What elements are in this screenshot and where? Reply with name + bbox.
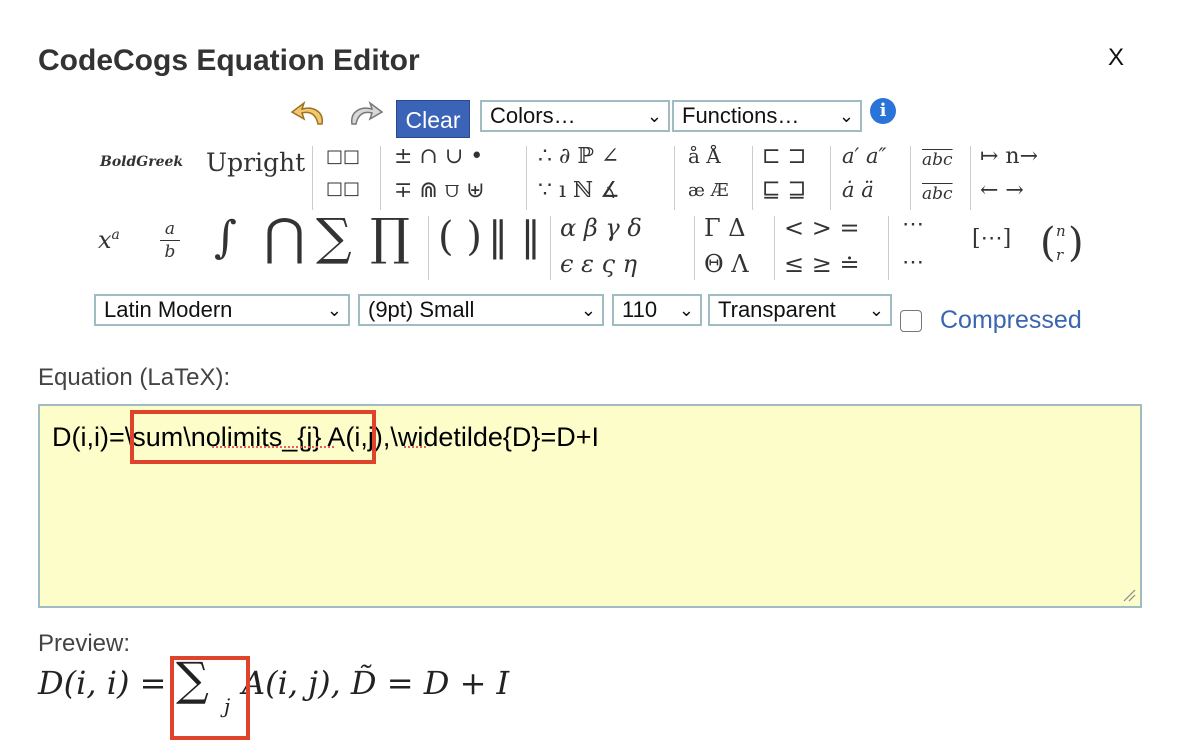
parentheses-button[interactable]: ( ): [438, 214, 482, 260]
binary-operators-top[interactable]: ± ∩ ∪ •: [394, 144, 483, 169]
preview-label: Preview:: [38, 630, 131, 657]
widetilde-button[interactable]: abc: [922, 150, 953, 170]
divider: [694, 216, 695, 280]
functions-dropdown[interactable]: Functions… ⌄: [672, 100, 862, 132]
cdots-bottom-button[interactable]: ⋯: [902, 250, 924, 275]
binomial-left-paren: (: [1040, 220, 1056, 266]
size-select[interactable]: (9pt) Small ⌄: [358, 294, 604, 326]
logic-symbols-top[interactable]: ∴ ∂ ℙ ∠: [538, 144, 619, 169]
primes-button[interactable]: a′ a″: [842, 144, 886, 168]
divider: [830, 146, 831, 210]
subset-symbols-top[interactable]: ⊏ ⊐: [762, 144, 806, 169]
divider: [888, 216, 889, 280]
divider: [550, 216, 551, 280]
cdots-top-button[interactable]: ⋯: [902, 212, 924, 237]
dpi-select[interactable]: 110 ⌄: [612, 294, 702, 326]
divider: [752, 146, 753, 210]
equation-highlight-box: [130, 410, 376, 464]
colors-dropdown-label: Colors…: [490, 103, 576, 128]
fraction-numerator: a: [160, 218, 180, 241]
font-select-value: Latin Modern: [104, 297, 233, 322]
fraction-denominator: b: [164, 242, 176, 262]
divider: [526, 146, 527, 210]
font-select[interactable]: Latin Modern ⌄: [94, 294, 350, 326]
binomial-button[interactable]: ( n r ): [1040, 220, 1084, 272]
chevron-down-icon: ⌄: [678, 300, 694, 320]
superscript-base: x: [98, 226, 112, 254]
clear-button[interactable]: Clear: [396, 100, 470, 138]
subset-symbols-bottom[interactable]: ⊑ ⊒: [762, 178, 806, 203]
dpi-select-value: 110: [622, 297, 658, 322]
greek-upper-bottom[interactable]: Θ Λ: [704, 250, 749, 278]
binomial-right-paren: ): [1068, 220, 1084, 266]
product-button[interactable]: ∏: [370, 208, 410, 266]
greek-upper-top[interactable]: Γ Δ: [704, 214, 746, 242]
bigcap-button[interactable]: ⋂: [264, 208, 305, 266]
preview-rhs: A(i, j), D̃ = D + I: [242, 664, 510, 702]
redo-button[interactable]: [344, 100, 386, 130]
equation-label: Equation (LaTeX):: [38, 364, 231, 391]
chevron-down-icon: ⌄: [868, 300, 884, 320]
background-select-value: Transparent: [718, 297, 836, 322]
chevron-down-icon: ⌄: [580, 300, 596, 320]
close-button[interactable]: X: [1108, 44, 1124, 72]
upright-button[interactable]: Upright: [206, 148, 305, 177]
binomial-bottom: r: [1056, 246, 1064, 264]
divider: [774, 216, 775, 280]
binary-operators-bottom[interactable]: ∓ ⋒ ⩌ ⊎: [394, 178, 485, 203]
spellcheck-underline: [404, 446, 426, 448]
redo-icon: [351, 100, 384, 125]
accented-letters-top[interactable]: å Å: [688, 144, 721, 168]
norm-button[interactable]: ‖ ‖: [488, 214, 541, 260]
accented-letters-bottom[interactable]: æ Æ: [688, 180, 729, 201]
preview-highlight-box: [170, 656, 250, 740]
box-layout-top-button[interactable]: □□: [326, 146, 360, 167]
logic-symbols-bottom[interactable]: ∵ ı ℕ ∡: [538, 178, 620, 203]
background-select[interactable]: Transparent ⌄: [708, 294, 892, 326]
compressed-label[interactable]: Compressed: [940, 306, 1082, 335]
info-icon[interactable]: i: [870, 98, 896, 124]
superscript-exp: a: [111, 227, 120, 243]
compressed-checkbox[interactable]: [900, 310, 922, 332]
matrix-button[interactable]: [⋯]: [972, 226, 1011, 251]
arrows-bottom[interactable]: ← →: [980, 178, 1024, 203]
superscript-button[interactable]: xa: [98, 226, 120, 254]
undo-button[interactable]: [288, 100, 330, 130]
chevron-down-icon: ⌄: [646, 106, 662, 126]
relations-bottom[interactable]: ≤ ≥ ≐: [784, 250, 860, 278]
resize-grip-icon[interactable]: [1122, 588, 1136, 602]
sum-button[interactable]: ∑: [316, 208, 352, 266]
chevron-down-icon: ⌄: [838, 106, 854, 126]
divider: [312, 146, 313, 210]
arrows-top[interactable]: ↦ n→: [980, 144, 1038, 169]
binomial-top: n: [1056, 222, 1066, 240]
preview-lhs: D(i, i) =: [38, 664, 167, 702]
divider: [380, 146, 381, 210]
fraction-button[interactable]: a b: [160, 218, 180, 263]
relations-top[interactable]: < > =: [784, 214, 860, 242]
bold-greek-button[interactable]: BoldGreek: [100, 154, 183, 170]
greek-lower-top[interactable]: α β γ δ: [560, 214, 642, 242]
chevron-down-icon: ⌄: [326, 300, 342, 320]
box-layout-bottom-button[interactable]: □□: [326, 178, 360, 199]
divider: [910, 146, 911, 210]
divider: [428, 216, 429, 280]
greek-lower-bottom[interactable]: ϵ ε ς η: [560, 250, 637, 278]
widehat-button[interactable]: abc: [922, 184, 953, 204]
colors-dropdown[interactable]: Colors… ⌄: [480, 100, 670, 132]
equation-prefix: D(i,i)=: [52, 422, 125, 452]
integral-button[interactable]: ∫: [214, 212, 237, 263]
undo-icon: [290, 100, 323, 125]
dot-accents-button[interactable]: ȧ ä: [842, 178, 874, 202]
divider: [970, 146, 971, 210]
size-select-value: (9pt) Small: [368, 297, 475, 322]
divider: [674, 146, 675, 210]
dialog-title: CodeCogs Equation Editor: [38, 44, 420, 77]
functions-dropdown-label: Functions…: [682, 103, 800, 128]
